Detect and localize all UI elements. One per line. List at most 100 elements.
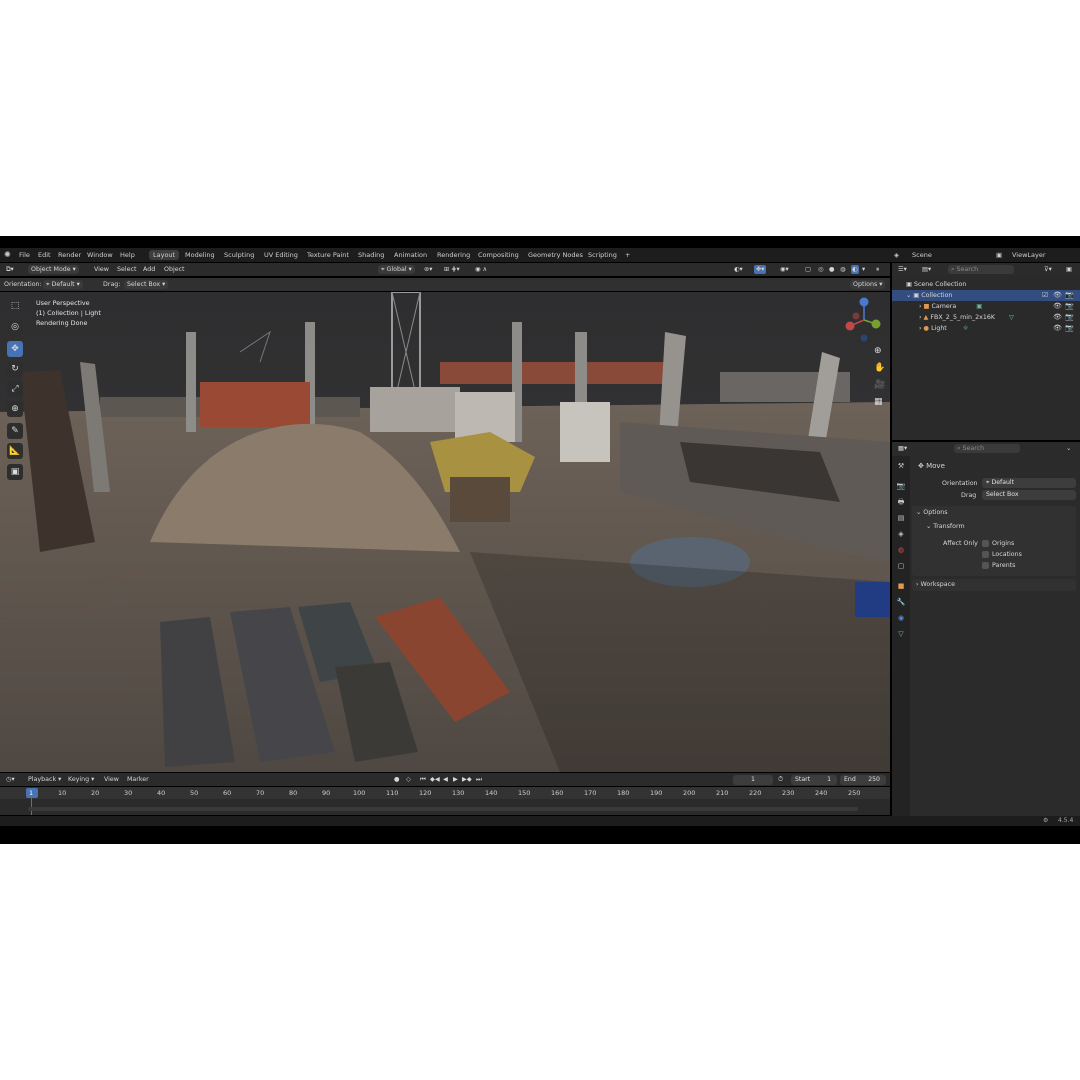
tab-texture-paint[interactable]: Texture Paint [307,251,349,259]
rotate-tool[interactable]: ↻ [7,361,23,377]
scale-tool[interactable]: ⤢ [7,381,23,397]
overlay-toggle-icon[interactable]: ◉▾ [780,265,789,274]
physics-tab-icon[interactable]: ◉ [896,614,906,624]
prev-keyframe-icon[interactable]: ◆◀ [430,775,440,784]
tab-compositing[interactable]: Compositing [478,251,519,259]
outliner-search-input[interactable]: ⌕ Search [948,265,1014,274]
view-layer-selector[interactable]: ViewLayer [1012,251,1046,259]
visibility-icon[interactable]: ◐▾ [734,265,743,274]
drag-field[interactable]: Select Box [982,490,1076,500]
render-camera-icon[interactable]: 📷 [1065,290,1074,301]
timeline-scrollbar[interactable] [28,807,858,811]
object-mode-dropdown[interactable]: Object Mode ▾ [28,265,79,274]
options-section[interactable]: ⌄ Options ⌄ Transform Affect Only Origin… [912,506,1076,576]
shading-options-icon[interactable]: ▾ [862,265,865,274]
jump-end-icon[interactable]: ⏭ [476,775,482,784]
add-workspace-button[interactable]: + [625,251,630,259]
display-mode-icon[interactable]: ▤▾ [922,265,931,274]
render-camera-icon[interactable]: 📷 [1065,301,1074,312]
menu-file[interactable]: File [19,251,30,259]
scene-collection-row[interactable]: ▣ Scene Collection [892,279,1080,290]
move-tool[interactable]: ✥ [7,341,23,357]
transform-tool[interactable]: ⊕ [7,401,23,417]
origins-checkbox[interactable] [982,540,989,547]
options-dropdown[interactable]: Options ▾ [850,280,886,289]
menu-select[interactable]: Select [117,265,136,274]
exclude-checkbox[interactable]: ☑ [1042,290,1048,301]
modifier-tab-icon[interactable]: 🔧 [896,598,906,608]
properties-editor-icon[interactable]: ▦▾ [898,444,907,453]
keying-menu[interactable]: Keying ▾ [68,775,94,784]
outliner-item-light[interactable]: › ● Light ☼ 👁 📷 [892,323,1080,334]
parents-checkbox[interactable] [982,562,989,569]
snap-icon[interactable]: ⊞ ⋕▾ [444,265,460,274]
options-header[interactable]: ⌄ Options [916,509,948,516]
cursor-tool[interactable]: ◎ [7,319,23,335]
orientation-dropdown[interactable]: ⌖ Default ▾ [43,280,83,289]
tab-sculpting[interactable]: Sculpting [224,251,254,259]
object-tab-icon[interactable]: ■ [896,582,906,592]
tab-layout[interactable]: Layout [149,250,180,260]
solid-shading-icon[interactable]: ● [829,265,835,274]
tab-modeling[interactable]: Modeling [185,251,215,259]
outliner-item-mesh[interactable]: › ▲ FBX_2_5_min_2x16K ▽ 👁 📷 [892,312,1080,323]
orientation-field[interactable]: ⌖ Default [982,478,1076,488]
visibility-eye-icon[interactable]: 👁 [1053,312,1062,323]
collection-tab-icon[interactable]: ▢ [896,562,906,572]
transform-space-dropdown[interactable]: ⌖ Global ▾ [378,265,415,274]
transform-subheader[interactable]: ⌄ Transform [926,523,965,530]
world-tab-icon[interactable]: ◍ [896,546,906,556]
3d-viewport[interactable]: User Perspective (1) Collection | Light … [0,292,890,772]
workspace-section[interactable]: › Workspace [912,579,1076,591]
expand-arrow-icon[interactable]: › [919,314,922,321]
keyframe-icon[interactable]: ◇ [406,775,411,784]
properties-search-input[interactable]: ⌕ Search [954,444,1020,453]
expand-arrow-icon[interactable]: › [919,303,922,310]
menu-object[interactable]: Object [164,265,185,274]
start-frame-field[interactable]: Start 1 [791,775,837,785]
camera-view-icon[interactable]: 🎥 [874,380,885,390]
filter-icon[interactable]: ⊽▾ [1044,265,1052,274]
scene-selector[interactable]: Scene [912,251,932,259]
timeline-editor-icon[interactable]: ◷▾ [6,775,15,784]
end-frame-field[interactable]: End 250 [840,775,886,785]
play-reverse-icon[interactable]: ◀ [443,775,448,784]
add-cube-tool[interactable]: ▣ [7,464,23,480]
render-camera-icon[interactable]: 📷 [1065,312,1074,323]
outliner-editor-icon[interactable]: ☰▾ [898,265,907,274]
axis-gizmo[interactable] [842,532,886,578]
render-camera-icon[interactable]: 📷 [1065,323,1074,334]
visibility-eye-icon[interactable]: 👁 [1053,301,1062,312]
expand-arrow-icon[interactable]: ⌄ [906,292,911,299]
drag-dropdown[interactable]: Select Box ▾ [124,280,169,289]
pivot-icon[interactable]: ⊚▾ [424,265,432,274]
xray-icon[interactable]: ▢ [805,265,811,274]
new-collection-icon[interactable]: ▣ [1066,265,1072,274]
tab-shading[interactable]: Shading [358,251,384,259]
stopwatch-icon[interactable]: ⏱ [778,775,783,784]
record-icon[interactable]: ● [394,775,400,784]
tab-uv-editing[interactable]: UV Editing [264,251,298,259]
tab-scripting[interactable]: Scripting [588,251,617,259]
pause-render-icon[interactable]: ⏸ [876,265,879,274]
current-frame-field[interactable]: 1 [733,775,773,785]
scene-tab-icon[interactable]: ◈ [896,530,906,540]
zoom-view-icon[interactable]: ⊕ [874,346,882,356]
pan-view-icon[interactable]: ✋ [874,363,885,373]
measure-tool[interactable]: 📐 [7,443,23,459]
locations-checkbox[interactable] [982,551,989,558]
properties-options-icon[interactable]: ⌄ [1066,444,1071,453]
tool-tab-icon[interactable]: ⚒ [896,462,906,472]
playback-menu[interactable]: Playback ▾ [28,775,61,784]
tab-geometry-nodes[interactable]: Geometry Nodes [528,251,583,259]
annotate-tool[interactable]: ✎ [7,423,23,439]
wireframe-shading-icon[interactable]: ◎ [818,265,824,274]
visibility-eye-icon[interactable]: 👁 [1053,323,1062,334]
tab-animation[interactable]: Animation [394,251,427,259]
editor-type-icon[interactable]: ⧉▾ [6,265,14,274]
timeline-view-menu[interactable]: View [104,775,119,784]
menu-add[interactable]: Add [143,265,155,274]
view-layer-tab-icon[interactable]: ▤ [896,514,906,524]
menu-window[interactable]: Window [87,251,113,259]
blender-logo-icon[interactable]: ✺ [4,250,11,259]
